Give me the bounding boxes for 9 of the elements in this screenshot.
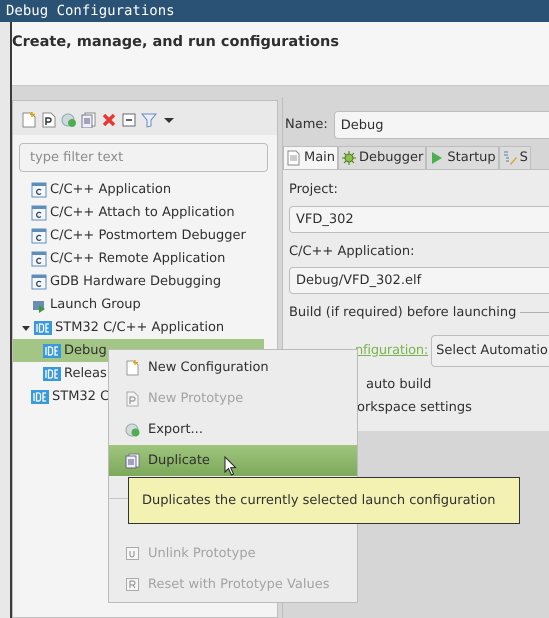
option-label: auto build bbox=[365, 376, 432, 394]
project-label: Project: bbox=[289, 181, 339, 199]
tooltip: Duplicates the currently selected launch configuration bbox=[128, 477, 520, 524]
option-label: orkspace settings bbox=[356, 399, 473, 417]
window-title: Debug Configurations bbox=[6, 3, 175, 19]
name-label: Name: bbox=[285, 116, 328, 134]
dialog-heading: Create, manage, and run configurations bbox=[12, 34, 339, 50]
build-group-label: Build (if required) before launching bbox=[289, 304, 516, 322]
application-label: C/C++ Application: bbox=[289, 242, 416, 260]
